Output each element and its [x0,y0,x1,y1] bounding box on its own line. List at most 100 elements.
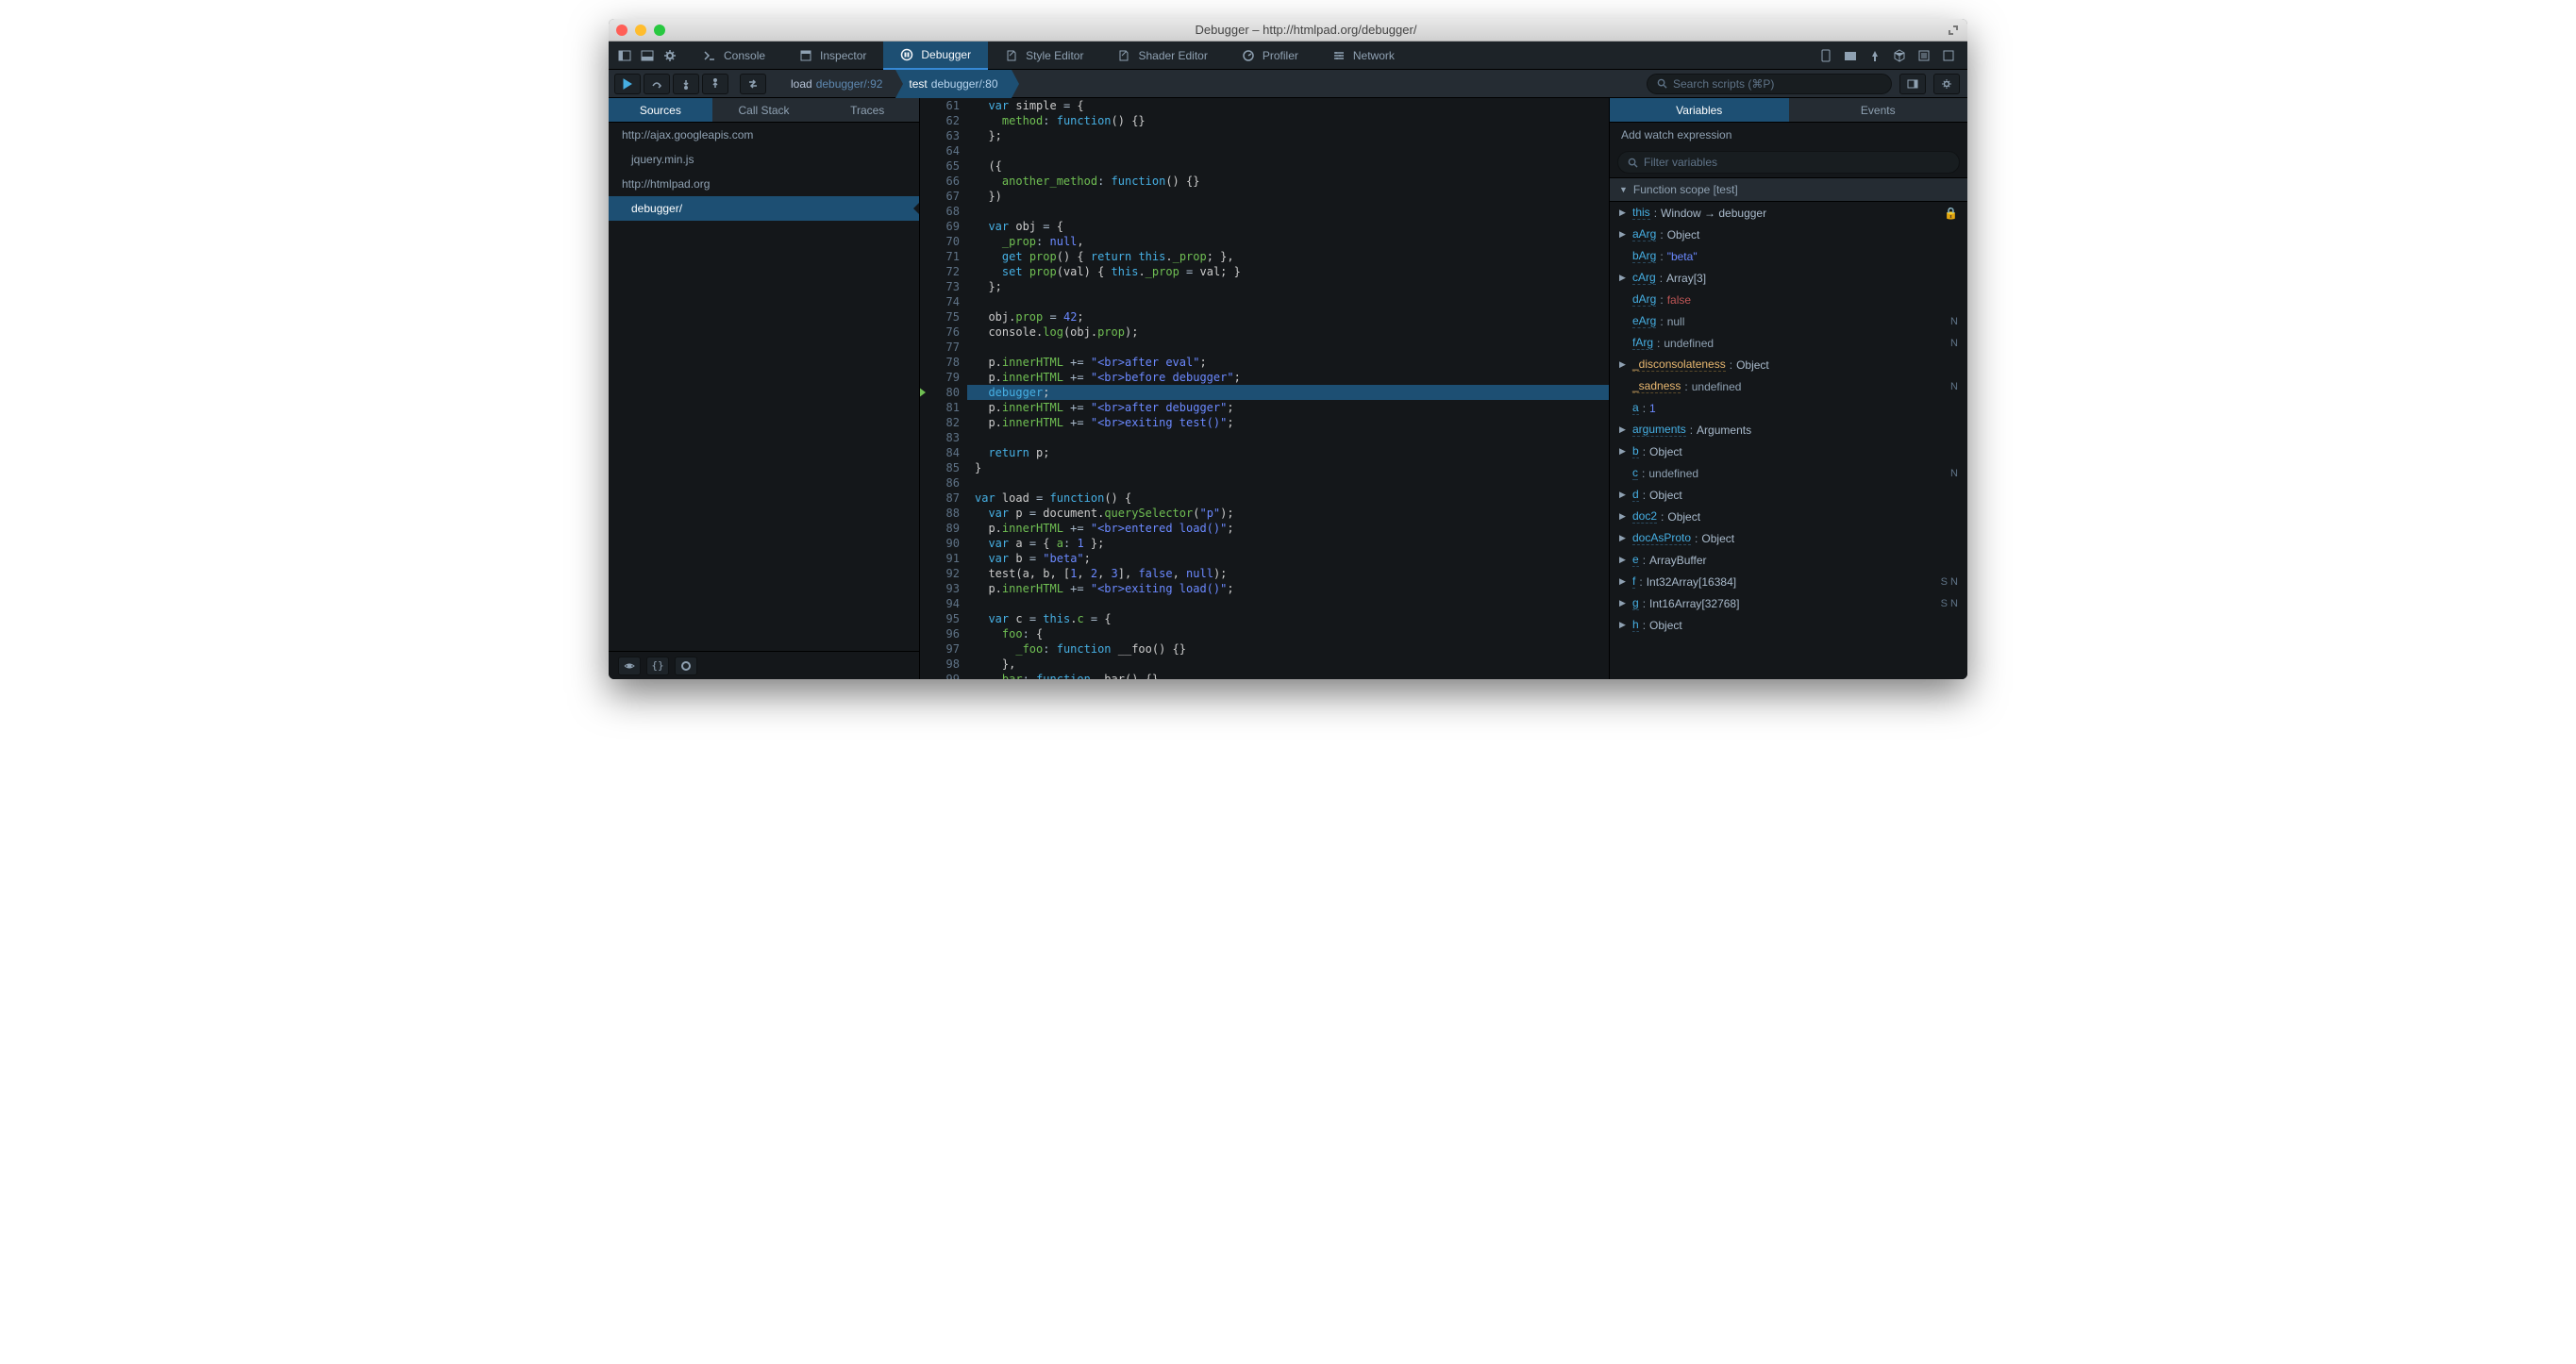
call-frame[interactable]: test debugger/:80 [895,70,1011,98]
panel-tab-inspector[interactable]: Inspector [782,42,883,70]
source-item[interactable]: debugger/ [609,196,919,221]
line-number[interactable]: 96 [920,626,960,641]
panel-tab-profiler[interactable]: Profiler [1225,42,1315,70]
panel-tab-network[interactable]: Network [1315,42,1412,70]
dock-bottom-icon[interactable] [637,45,658,66]
line-number[interactable]: 79 [920,370,960,385]
variable-row[interactable]: ▶cArg: Array[3] [1610,267,1967,289]
variable-row[interactable]: ▶b: Object [1610,441,1967,462]
zoom-icon[interactable] [654,25,665,36]
variable-row[interactable]: ▶aArg: Object [1610,224,1967,245]
variable-row[interactable]: ▶_disconsolateness: Object [1610,354,1967,375]
variable-row[interactable]: bArg: "beta" [1610,245,1967,267]
variable-row[interactable]: ▶doc2: Object [1610,506,1967,527]
scope-header[interactable]: ▼ Function scope [test] [1610,177,1967,202]
variable-row[interactable]: ▶d: Object [1610,484,1967,506]
debugger-options-button[interactable] [1933,74,1960,94]
paint-icon[interactable] [1865,45,1884,66]
toolbox-options-icon[interactable] [1939,45,1958,66]
source-item[interactable]: http://ajax.googleapis.com [609,123,919,147]
line-number[interactable]: 85 [920,460,960,475]
line-number[interactable]: 92 [920,566,960,581]
panel-tab-shader[interactable]: Shader Editor [1100,42,1224,70]
line-number[interactable]: 94 [920,596,960,611]
line-number[interactable]: 61 [920,98,960,113]
line-number[interactable]: 89 [920,521,960,536]
line-number[interactable]: 65 [920,158,960,174]
line-number[interactable]: 69 [920,219,960,234]
line-number[interactable]: 93 [920,581,960,596]
line-number[interactable]: 88 [920,506,960,521]
variable-row[interactable]: ▶g: Int16Array[32768]S N [1610,592,1967,614]
line-number[interactable]: 62 [920,113,960,128]
line-number[interactable]: 72 [920,264,960,279]
vars-tab-events[interactable]: Events [1789,98,1968,122]
line-number[interactable]: 91 [920,551,960,566]
step-in-button[interactable] [673,74,699,94]
prettyprint-icon[interactable]: {} [646,657,669,675]
line-number[interactable]: 76 [920,324,960,340]
line-number[interactable]: 86 [920,475,960,491]
line-number[interactable]: 87 [920,491,960,506]
line-number[interactable]: 84 [920,445,960,460]
panel-tab-debugger[interactable]: Debugger [883,42,988,70]
line-number[interactable]: 75 [920,309,960,324]
filter-variables-input[interactable]: Filter variables [1617,151,1960,174]
variable-row[interactable]: eArg: nullN [1610,310,1967,332]
line-number[interactable]: 77 [920,340,960,355]
screenshot-icon[interactable] [1841,45,1860,66]
search-input[interactable]: Search scripts (⌘P) [1647,74,1892,94]
variable-row[interactable]: ▶this: Window → debugger🔒 [1610,202,1967,224]
variable-row[interactable]: ▶docAsProto: Object [1610,527,1967,549]
line-number[interactable]: 71 [920,249,960,264]
line-number[interactable]: 81 [920,400,960,415]
line-number[interactable]: 73 [920,279,960,294]
close-icon[interactable] [616,25,627,36]
line-number[interactable]: 70 [920,234,960,249]
add-watch-expression[interactable]: Add watch expression [1610,123,1967,147]
trace-icon[interactable] [675,657,697,675]
vars-tab-variables[interactable]: Variables [1610,98,1789,122]
line-number[interactable]: 66 [920,174,960,189]
line-number[interactable]: 97 [920,641,960,657]
line-number[interactable]: 80 [920,385,960,400]
line-number[interactable]: 63 [920,128,960,143]
sidebar-tab-sources[interactable]: Sources [609,98,712,122]
line-number[interactable]: 78 [920,355,960,370]
blackbox-icon[interactable] [618,657,641,675]
line-number[interactable]: 98 [920,657,960,672]
variable-row[interactable]: ▶h: Object [1610,614,1967,636]
call-frame[interactable]: load debugger/:92 [778,70,895,98]
variable-row[interactable]: _sadness: undefinedN [1610,375,1967,397]
variable-row[interactable]: fArg: undefinedN [1610,332,1967,354]
cube-icon[interactable] [1890,45,1909,66]
code-editor[interactable]: 6162636465666768697071727374757677787980… [920,98,1609,679]
line-number[interactable]: 83 [920,430,960,445]
sidebar-tab-call-stack[interactable]: Call Stack [712,98,816,122]
step-over-button[interactable] [644,74,670,94]
line-number[interactable]: 95 [920,611,960,626]
maximize-icon[interactable] [1947,24,1960,37]
variable-row[interactable]: dArg: false [1610,289,1967,310]
scratchpad-icon[interactable] [1915,45,1933,66]
variable-row[interactable]: c: undefinedN [1610,462,1967,484]
resume-button[interactable] [614,74,641,94]
panel-tab-console[interactable]: Console [686,42,782,70]
line-number[interactable]: 68 [920,204,960,219]
panel-tab-style[interactable]: Style Editor [988,42,1100,70]
variable-row[interactable]: a: 1 [1610,397,1967,419]
step-out-button[interactable] [702,74,728,94]
source-item[interactable]: http://htmlpad.org [609,172,919,196]
responsive-mode-icon[interactable] [1816,45,1835,66]
line-number[interactable]: 64 [920,143,960,158]
sidebar-tab-traces[interactable]: Traces [815,98,919,122]
minimize-icon[interactable] [635,25,646,36]
line-number[interactable]: 82 [920,415,960,430]
variable-row[interactable]: ▶f: Int32Array[16384]S N [1610,571,1967,592]
line-number[interactable]: 67 [920,189,960,204]
line-number[interactable]: 74 [920,294,960,309]
dock-side-icon[interactable] [614,45,635,66]
toggle-panes-button[interactable] [1899,74,1926,94]
source-item[interactable]: jquery.min.js [609,147,919,172]
variable-row[interactable]: ▶arguments: Arguments [1610,419,1967,441]
